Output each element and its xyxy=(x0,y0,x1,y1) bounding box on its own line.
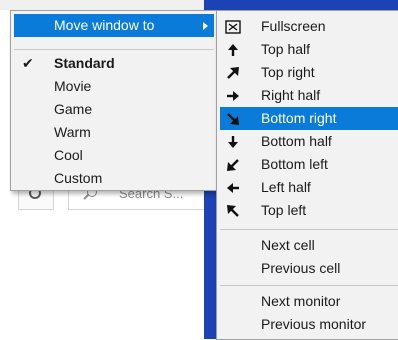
fullscreen-icon xyxy=(225,19,241,35)
submenu-item-label: Bottom half xyxy=(261,133,332,149)
submenu-item-next-monitor[interactable]: Next monitor xyxy=(220,290,398,313)
submenu-item-label: Previous cell xyxy=(261,260,341,276)
submenu-item-top-half[interactable]: Top half xyxy=(220,38,398,61)
menu-item-cool[interactable]: Cool xyxy=(14,144,214,167)
menu-item-label: Standard xyxy=(54,55,115,71)
menu-item-label: Custom xyxy=(54,170,103,186)
submenu-item-label: Next monitor xyxy=(261,293,341,309)
checkmark-icon: ✔ xyxy=(22,55,34,71)
submenu-item-label: Top left xyxy=(261,202,307,218)
submenu-item-top-right[interactable]: Top right xyxy=(220,61,398,84)
menu-item-label: Warm xyxy=(54,124,91,140)
submenu-item-top-left[interactable]: Top left xyxy=(220,199,398,222)
submenu-item-bottom-left[interactable]: Bottom left xyxy=(220,153,398,176)
context-menu: Move window to ✔ Standard Movie Game War… xyxy=(10,10,218,191)
arrow-down-left-icon xyxy=(225,157,241,173)
menu-item-warm[interactable]: Warm xyxy=(14,121,214,144)
submenu-item-label: Top half xyxy=(261,41,311,57)
menu-item-label: Game xyxy=(54,101,93,117)
menu-separator xyxy=(220,285,398,286)
menu-separator xyxy=(14,49,214,50)
menu-item-move-window[interactable]: Move window to xyxy=(14,14,214,37)
submenu-item-right-half[interactable]: Right half xyxy=(220,84,398,107)
menu-separator xyxy=(220,229,398,230)
submenu-item-fullscreen[interactable]: Fullscreen xyxy=(220,15,398,38)
submenu-item-left-half[interactable]: Left half xyxy=(220,176,398,199)
submenu-item-label: Top right xyxy=(261,64,315,80)
menu-item-standard[interactable]: ✔ Standard xyxy=(14,52,214,75)
arrow-right-icon xyxy=(225,88,241,104)
menu-item-movie[interactable]: Movie xyxy=(14,75,214,98)
arrow-up-icon xyxy=(225,42,241,58)
submenu-item-label: Fullscreen xyxy=(261,18,326,34)
menu-item-label: Cool xyxy=(54,147,83,163)
submenu-item-label: Right half xyxy=(261,87,321,103)
arrow-down-right-icon xyxy=(225,111,241,127)
menu-item-label: Move window to xyxy=(54,17,155,33)
submenu-item-next-cell[interactable]: Next cell xyxy=(220,234,398,257)
submenu-item-label: Bottom right xyxy=(261,110,337,126)
submenu-arrow-icon xyxy=(203,22,208,30)
background-titlebar xyxy=(0,0,214,10)
submenu-item-previous-cell[interactable]: Previous cell xyxy=(220,257,398,280)
submenu-item-label: Previous monitor xyxy=(261,316,367,332)
menu-item-label: Movie xyxy=(54,78,92,94)
submenu-item-label: Next cell xyxy=(261,237,315,253)
arrow-left-icon xyxy=(225,180,241,196)
submenu-item-label: Left half xyxy=(261,179,311,195)
arrow-down-icon xyxy=(225,134,241,150)
submenu-item-bottom-half[interactable]: Bottom half xyxy=(220,130,398,153)
submenu-item-label: Bottom left xyxy=(261,156,328,172)
arrow-up-left-icon xyxy=(225,203,241,219)
menu-item-custom[interactable]: Custom xyxy=(14,167,214,190)
submenu-item-bottom-right[interactable]: Bottom right xyxy=(220,107,398,130)
submenu-item-previous-monitor[interactable]: Previous monitor xyxy=(220,313,398,336)
menu-item-game[interactable]: Game xyxy=(14,98,214,121)
move-window-submenu: Fullscreen Top half Top right Right half… xyxy=(216,10,398,340)
arrow-up-right-icon xyxy=(225,65,241,81)
